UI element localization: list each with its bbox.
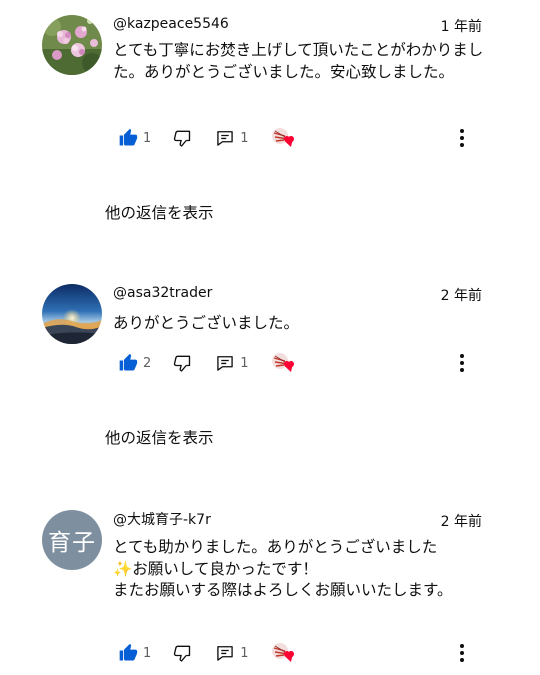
thumbs-down-icon (174, 645, 191, 662)
more-vert-icon[interactable] (452, 641, 472, 665)
comment-timestamp[interactable]: 2 年前 (441, 513, 482, 531)
thumbs-up-icon (119, 643, 138, 661)
avatar-initials: 育子 (48, 530, 96, 556)
avatar[interactable]: 育子 (42, 510, 102, 570)
reply-count: 1 (240, 645, 249, 661)
comment-author-handle[interactable]: @大城育子-k7r (113, 511, 211, 529)
comment-3: 育子 @大城育子-k7r 2 年前 とても助かりました。ありがとうございました … (0, 0, 540, 675)
comment-action-bar: 1 1 (118, 641, 297, 665)
reply-button[interactable]: 1 (215, 643, 249, 663)
comment-text: とても助かりました。ありがとうございました ✨お願いして良かったです！ またお願… (113, 538, 453, 599)
reply-icon (217, 646, 234, 661)
like-count: 1 (143, 645, 152, 661)
creator-heart[interactable] (271, 642, 297, 664)
dislike-button[interactable] (172, 643, 192, 663)
like-button[interactable]: 1 (118, 643, 151, 663)
creator-heart-icon (271, 643, 294, 662)
